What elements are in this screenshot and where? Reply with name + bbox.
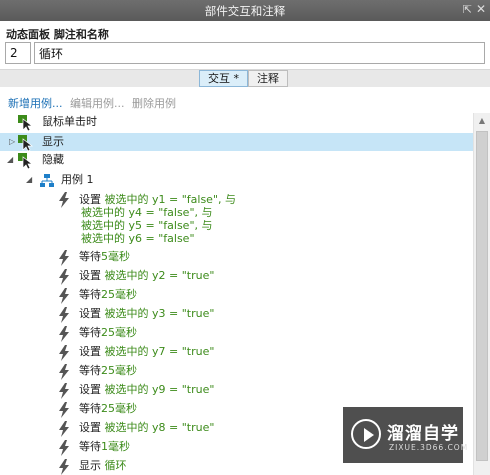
case-row[interactable]: ◢ 用例 1	[0, 171, 473, 189]
action-detail: 被选中的 y4 = "false", 与	[81, 206, 213, 219]
action-verb: 设置	[79, 269, 101, 282]
action-row-set[interactable]: 设置 被选中的 y2 = "true"	[0, 267, 473, 285]
new-case-link[interactable]: 新增用例...	[8, 97, 63, 110]
lightning-icon	[59, 383, 69, 399]
action-row-wait[interactable]: 等待25毫秒	[0, 286, 473, 304]
action-verb: 显示	[79, 459, 101, 472]
action-row-wait[interactable]: 等待25毫秒	[0, 324, 473, 342]
collapse-arrow-icon[interactable]: ◢	[7, 151, 13, 169]
action-row-wait[interactable]: 等待25毫秒	[0, 362, 473, 380]
edit-case-link[interactable]: 编辑用例...	[70, 97, 125, 110]
event-cursor-icon	[18, 153, 34, 169]
event-label: 隐藏	[42, 153, 64, 166]
action-verb: 设置	[79, 193, 101, 206]
lightning-icon	[59, 269, 69, 285]
lightning-icon	[59, 440, 69, 456]
lightning-icon	[59, 345, 69, 361]
action-detail: 被选中的 y8 = "true"	[104, 421, 215, 434]
event-cursor-icon	[18, 115, 34, 131]
widget-name-input[interactable]	[34, 42, 485, 64]
lightning-icon	[59, 459, 69, 475]
action-verb: 等待	[79, 402, 101, 415]
action-detail: 被选中的 y9 = "true"	[104, 383, 215, 396]
case-toolbar: 新增用例... 编辑用例... 删除用例	[8, 95, 176, 111]
action-verb: 设置	[79, 383, 101, 396]
action-detail: 被选中的 y7 = "true"	[104, 345, 215, 358]
action-row-set[interactable]: 设置 被选中的 y3 = "true"	[0, 305, 473, 323]
watermark-logo: 溜溜自学 ZIXUE.3D66.COM	[343, 407, 467, 463]
lightning-icon	[59, 250, 69, 266]
watermark-subtitle: ZIXUE.3D66.COM	[389, 443, 469, 452]
lightning-icon	[59, 307, 69, 323]
action-detail: 被选中的 y1 = "false", 与	[104, 193, 237, 206]
action-detail: 1毫秒	[101, 440, 130, 453]
play-icon	[351, 419, 381, 449]
action-verb: 等待	[79, 440, 101, 453]
action-detail: 25毫秒	[101, 402, 137, 415]
event-label: 显示	[42, 135, 64, 148]
action-row-set[interactable]: 设置 被选中的 y9 = "true"	[0, 381, 473, 399]
event-cursor-icon	[18, 135, 34, 151]
action-detail: 25毫秒	[101, 326, 137, 339]
tree-scrollbar[interactable]: ▲	[473, 113, 490, 475]
tab-notes[interactable]: 注释	[248, 70, 288, 87]
panel-titlebar: 部件交互和注释 ⇱ ✕	[0, 0, 490, 21]
action-detail: 5毫秒	[101, 250, 130, 263]
close-icon[interactable]: ✕	[476, 2, 486, 16]
action-detail: 被选中的 y6 = "false"	[81, 232, 195, 245]
action-detail: 循环	[104, 459, 127, 472]
footnote-input[interactable]	[5, 42, 31, 64]
case-label: 用例 1	[61, 173, 94, 186]
lightning-icon	[59, 326, 69, 342]
watermark-title: 溜溜自学	[387, 424, 459, 444]
lightning-icon	[59, 421, 69, 437]
tab-interactions[interactable]: 交互 *	[199, 70, 248, 87]
lightning-icon	[59, 402, 69, 418]
scroll-thumb[interactable]	[476, 131, 488, 461]
expand-arrow-icon[interactable]: ▷	[9, 133, 15, 151]
delete-case-link[interactable]: 删除用例	[132, 97, 176, 110]
action-verb: 等待	[79, 250, 101, 263]
event-label: 鼠标单击时	[42, 115, 97, 128]
event-row-hide[interactable]: ◢ 隐藏	[0, 151, 473, 169]
event-row-click[interactable]: 鼠标单击时	[0, 113, 473, 131]
action-verb: 设置	[79, 421, 101, 434]
action-verb: 等待	[79, 326, 101, 339]
action-detail: 被选中的 y2 = "true"	[104, 269, 215, 282]
lightning-icon	[59, 192, 69, 208]
action-detail: 25毫秒	[101, 364, 137, 377]
lightning-icon	[59, 288, 69, 304]
pin-icon[interactable]: ⇱	[463, 3, 472, 16]
lightning-icon	[59, 364, 69, 380]
action-detail: 25毫秒	[101, 288, 137, 301]
action-row-wait[interactable]: 等待5毫秒	[0, 248, 473, 266]
action-row-set[interactable]: 设置 被选中的 y1 = "false", 与 被选中的 y4 = "false…	[0, 190, 473, 250]
action-row-set[interactable]: 设置 被选中的 y7 = "true"	[0, 343, 473, 361]
action-verb: 等待	[79, 288, 101, 301]
scroll-up-icon[interactable]: ▲	[474, 113, 490, 129]
action-detail: 被选中的 y5 = "false", 与	[81, 219, 213, 232]
event-row-show[interactable]: ▷ 显示	[0, 133, 473, 151]
collapse-arrow-icon[interactable]: ◢	[26, 171, 32, 189]
action-verb: 设置	[79, 307, 101, 320]
action-verb: 设置	[79, 345, 101, 358]
panel-title: 部件交互和注释	[204, 4, 286, 18]
case-tree-icon	[40, 174, 54, 187]
footnote-name-label: 动态面板 脚注和名称	[6, 28, 109, 41]
action-detail: 被选中的 y3 = "true"	[104, 307, 215, 320]
action-verb: 等待	[79, 364, 101, 377]
